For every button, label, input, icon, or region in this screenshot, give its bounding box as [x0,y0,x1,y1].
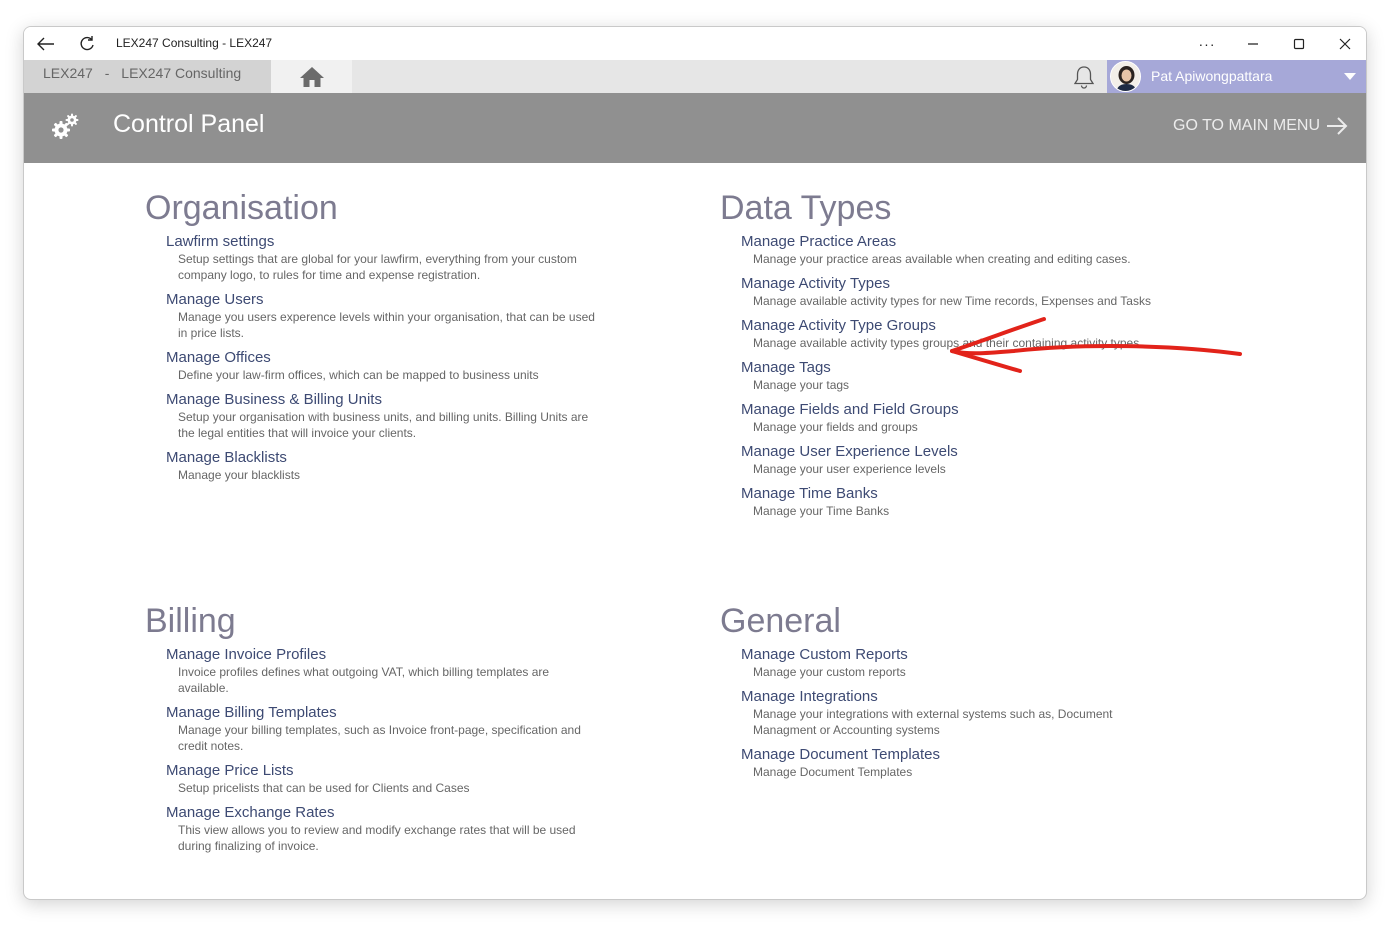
list-item: Manage Price Lists Setup pricelists that … [166,762,598,796]
list-item: Manage Business & Billing Units Setup you… [166,391,598,441]
minimize-button[interactable] [1230,27,1276,60]
manage-offices-link[interactable]: Manage Offices [166,349,598,367]
chevron-down-icon[interactable] [1344,73,1356,80]
go-to-main-menu-link[interactable]: GO TO MAIN MENU [1173,117,1348,135]
item-description: Manage your tags [753,378,850,392]
section-heading: Organisation [145,189,338,227]
back-arrow-icon[interactable] [30,27,62,60]
list-item: Manage Blacklists Manage your blacklists [166,449,598,483]
item-description: Setup your organisation with business un… [178,410,589,440]
item-description: Manage your blacklists [178,468,301,482]
lawfirm-settings-link[interactable]: Lawfirm settings [166,233,598,251]
manage-fields-link[interactable]: Manage Fields and Field Groups [741,401,1173,419]
list-item: Manage Exchange Rates This view allows yo… [166,804,598,854]
list-item: Manage Users Manage you users experence l… [166,291,598,341]
manage-price-lists-link[interactable]: Manage Price Lists [166,762,598,780]
manage-exchange-rates-link[interactable]: Manage Exchange Rates [166,804,598,822]
close-button[interactable] [1322,27,1366,60]
list-item: Manage Document Templates Manage Document… [741,746,1173,780]
section-data-types: Data Types Manage Practice Areas Manage y… [720,190,1173,527]
list-item: Manage Offices Define your law-firm offic… [166,349,598,383]
item-description: Manage your Time Banks [753,504,890,518]
notifications-button[interactable] [1071,64,1097,90]
breadcrumb-app[interactable]: LEX247 [43,65,93,81]
app-window: LEX247 Consulting - LEX247 ··· LEX247 - … [23,26,1367,900]
item-description: Manage available activity types groups a… [753,336,1140,350]
user-name: Pat Apiwongpattara [1151,68,1273,84]
manage-activity-types-link[interactable]: Manage Activity Types [741,275,1173,293]
arrow-right-icon [1327,117,1348,135]
item-description: Manage you users experence levels within… [178,310,595,340]
section-heading: General [720,602,841,640]
manage-custom-reports-link[interactable]: Manage Custom Reports [741,646,1173,664]
page-title: Control Panel [113,110,265,138]
app-bar: LEX247 - LEX247 Consulting Pat Apiwongpa… [24,60,1366,93]
item-description: Manage your integrations with external s… [753,707,1113,737]
section-general: General Manage Custom Reports Manage your… [720,603,1173,788]
list-item: Manage Practice Areas Manage your practic… [741,233,1173,267]
manage-business-billing-units-link[interactable]: Manage Business & Billing Units [166,391,598,409]
manage-user-experience-levels-link[interactable]: Manage User Experience Levels [741,443,1173,461]
item-description: Manage your user experience levels [753,462,946,476]
item-description: Define your law-firm offices, which can … [178,368,539,382]
list-item: Manage Integrations Manage your integrati… [741,688,1173,738]
manage-integrations-link[interactable]: Manage Integrations [741,688,1173,706]
manage-activity-type-groups-link[interactable]: Manage Activity Type Groups [741,317,1173,335]
manage-billing-templates-link[interactable]: Manage Billing Templates [166,704,598,722]
manage-document-templates-link[interactable]: Manage Document Templates [741,746,1173,764]
avatar [1110,61,1141,92]
list-item: Manage Fields and Field Groups Manage you… [741,401,1173,435]
list-item: Manage Activity Types Manage available ac… [741,275,1173,309]
maximize-button[interactable] [1276,27,1322,60]
title-bar: LEX247 Consulting - LEX247 ··· [24,27,1366,60]
list-item: Manage Tags Manage your tags [741,359,1173,393]
home-icon [299,66,324,87]
manage-invoice-profiles-link[interactable]: Manage Invoice Profiles [166,646,598,664]
manage-time-banks-link[interactable]: Manage Time Banks [741,485,1173,503]
user-menu[interactable]: Pat Apiwongpattara [1107,60,1366,93]
list-item: Lawfirm settings Setup settings that are … [166,233,598,283]
item-description: Manage Document Templates [753,765,913,779]
section-heading: Data Types [720,189,892,227]
manage-practice-areas-link[interactable]: Manage Practice Areas [741,233,1173,251]
item-description: Manage your billing templates, such as I… [178,723,581,753]
breadcrumb-separator: - [104,65,110,81]
item-description: Invoice profiles defines what outgoing V… [178,665,550,695]
manage-tags-link[interactable]: Manage Tags [741,359,1173,377]
refresh-icon[interactable] [71,27,103,60]
item-description: Setup pricelists that can be used for Cl… [178,781,470,795]
list-item: Manage Activity Type Groups Manage availa… [741,317,1173,351]
main-menu-label: GO TO MAIN MENU [1173,117,1320,134]
section-organisation: Organisation Lawfirm settings Setup setti… [145,190,598,491]
more-options-button[interactable]: ··· [1184,27,1230,60]
breadcrumb: LEX247 - LEX247 Consulting [24,60,271,93]
item-description: Manage your custom reports [753,665,906,679]
item-description: Manage your fields and groups [753,420,918,434]
manage-blacklists-link[interactable]: Manage Blacklists [166,449,598,467]
item-description: Setup settings that are global for your … [178,252,577,282]
item-description: Manage available activity types for new … [753,294,1151,308]
window-title: LEX247 Consulting - LEX247 [116,36,273,50]
home-button[interactable] [271,60,352,93]
item-description: This view allows you to review and modif… [178,823,576,853]
item-description: Manage your practice areas available whe… [753,252,1131,266]
list-item: Manage Billing Templates Manage your bill… [166,704,598,754]
list-item: Manage Time Banks Manage your Time Banks [741,485,1173,519]
bell-icon [1073,66,1095,89]
page-header: Control Panel GO TO MAIN MENU [24,93,1366,163]
section-heading: Billing [145,602,236,640]
list-item: Manage Custom Reports Manage your custom … [741,646,1173,680]
gear-icon [52,113,79,139]
list-item: Manage User Experience Levels Manage your… [741,443,1173,477]
manage-users-link[interactable]: Manage Users [166,291,598,309]
breadcrumb-org[interactable]: LEX247 Consulting [121,65,241,81]
list-item: Manage Invoice Profiles Invoice profiles … [166,646,598,696]
section-billing: Billing Manage Invoice Profiles Invoice p… [145,603,598,862]
